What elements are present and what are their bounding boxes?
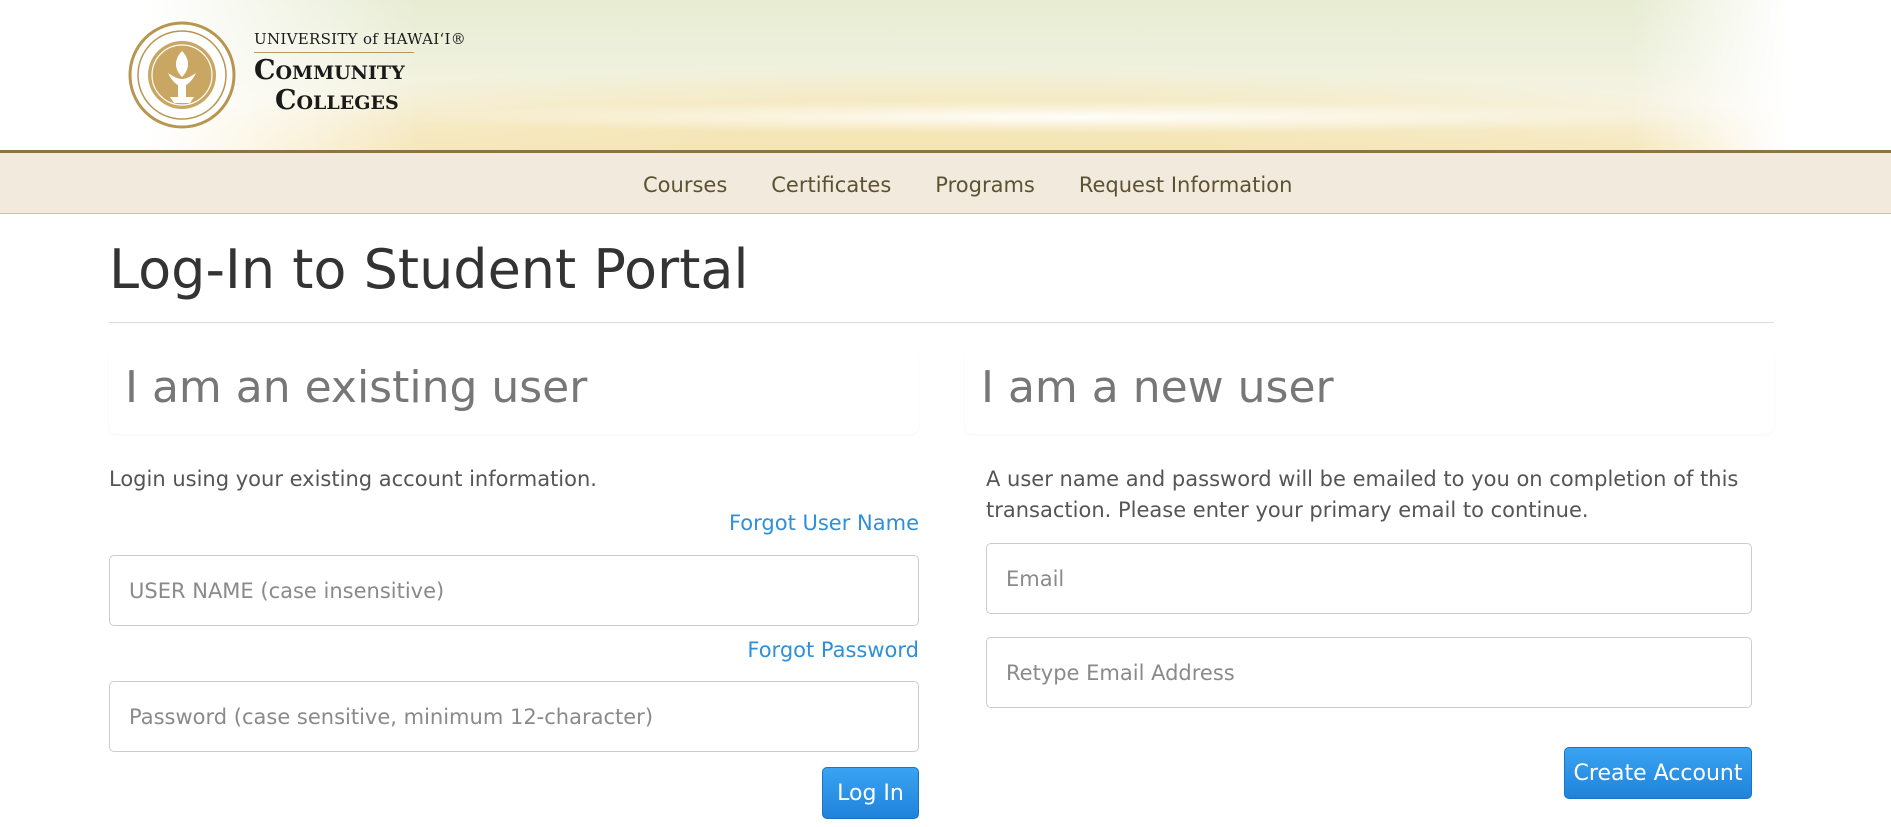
create-account-button[interactable]: Create Account: [1564, 747, 1752, 799]
header-banner: UNIVERSITY of HAWAIʻI® Community College…: [0, 0, 1891, 150]
banner-wave-decoration: [380, 100, 1760, 134]
nav-item-certificates[interactable]: Certificates: [749, 173, 913, 197]
brand-line-community: Community: [254, 55, 405, 86]
new-user-description: A user name and password will be emailed…: [986, 467, 1739, 522]
brand-logo[interactable]: UNIVERSITY of HAWAIʻI® Community College…: [254, 30, 474, 116]
password-input[interactable]: [109, 681, 919, 752]
username-input[interactable]: [109, 555, 919, 626]
university-name: UNIVERSITY of HAWAIʻI®: [254, 30, 467, 48]
brand-divider: [254, 52, 414, 53]
retype-email-input[interactable]: [986, 637, 1752, 708]
existing-user-description: Login using your existing account inform…: [109, 467, 597, 491]
brand-line-colleges: Colleges: [275, 85, 399, 116]
existing-user-heading: I am an existing user: [109, 350, 919, 434]
title-divider: [109, 322, 1774, 323]
university-seal-icon[interactable]: [128, 21, 236, 129]
forgot-password-link[interactable]: Forgot Password: [747, 638, 919, 662]
page-title: Log-In to Student Portal: [109, 238, 749, 301]
email-input[interactable]: [986, 543, 1752, 614]
forgot-username-link[interactable]: Forgot User Name: [729, 511, 919, 535]
banner-fade-right: [1631, 0, 1891, 150]
nav-items: Courses Certificates Programs Request In…: [643, 173, 1314, 197]
nav-item-request-information[interactable]: Request Information: [1057, 173, 1315, 197]
nav-item-courses[interactable]: Courses: [643, 173, 749, 197]
new-user-heading: I am a new user: [965, 350, 1774, 434]
main-nav: Courses Certificates Programs Request In…: [0, 150, 1891, 214]
log-in-button[interactable]: Log In: [822, 767, 919, 819]
nav-item-programs[interactable]: Programs: [913, 173, 1057, 197]
